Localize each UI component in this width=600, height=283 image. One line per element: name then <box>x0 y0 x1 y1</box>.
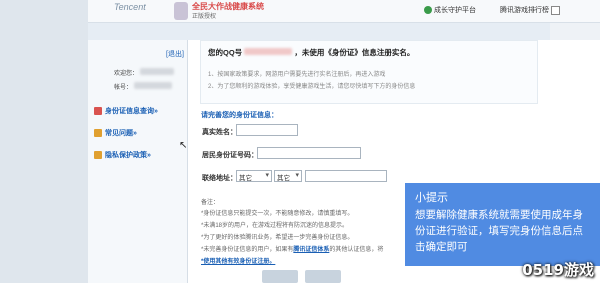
game-rank-label: 腾讯游戏排行榜 <box>500 7 549 14</box>
note-line-3: *为了更好的体验腾讯业务，希望进一步完善身份证信息。 <box>201 235 354 241</box>
id-number-label: 居民身份证号码： <box>202 152 258 159</box>
note-line-4-suffix: 的其他认证信息，将 <box>329 247 384 253</box>
id-number-input[interactable] <box>257 147 361 159</box>
shield-icon <box>424 6 432 14</box>
id-card-icon <box>94 107 102 115</box>
confirm-button[interactable] <box>262 270 298 283</box>
province-value: 其它 <box>239 175 252 182</box>
sidebar-item-privacy[interactable]: 隐私保护政策» <box>94 150 151 160</box>
sidebar: [退出] 欢迎您： 帐号： 身份证信息查询» 常见问题» 隐私保护政策» <box>88 40 188 283</box>
credit-system-link[interactable]: 腾讯证信体系 <box>293 247 329 253</box>
note-line-4-prefix: *未完善身份证信息的用户，如果有 <box>201 247 294 253</box>
sidebar-item-label: 身份证信息查询» <box>105 108 158 115</box>
pencil-icon <box>94 129 102 137</box>
sidebar-item-label: 隐私保护政策» <box>105 152 151 159</box>
logout-link[interactable]: [退出] <box>166 49 184 59</box>
notice-box: 您的QQ号 ，未使用《身份证》信息注册实名。 1、按国家政策要求，网游用户需要先… <box>200 40 538 104</box>
sidebar-account: 帐号： <box>114 82 172 91</box>
note-line-4: *未完善身份证信息的用户，如果有腾讯证信体系的其他认证信息，将 <box>201 244 383 253</box>
redacted-account <box>133 82 172 89</box>
name-label: 真实姓名： <box>202 129 237 136</box>
notice-tip-2: 2、为了您顺利的游戏体验，享受健康游戏生活，请您尽快填写下方的身份信息 <box>208 84 416 90</box>
checkbox-icon <box>551 5 560 15</box>
left-background <box>0 0 88 283</box>
top-header: Tencent 全民大作战健康系统 正版授权 成长守护平台 腾讯游戏排行榜 <box>88 0 600 23</box>
qq-suffix: ，未使用《身份证》信息注册实名。 <box>294 48 415 57</box>
real-name-input[interactable] <box>236 124 298 136</box>
address-label: 联络地址： <box>202 175 237 182</box>
tencent-logo: Tencent <box>114 2 146 12</box>
city-select[interactable]: 其它 <box>274 170 302 182</box>
sidebar-item-label: 常见问题» <box>105 130 137 137</box>
mascot-avatar <box>174 2 188 20</box>
pencil-icon <box>94 151 102 159</box>
welcome-label: 欢迎您： <box>114 71 139 77</box>
sidebar-item-id-query[interactable]: 身份证信息查询» <box>94 106 158 116</box>
form-section-title: 请完善您的身份证信息： <box>201 112 278 119</box>
guardian-platform-link[interactable]: 成长守护平台 <box>424 5 476 15</box>
cancel-button[interactable] <box>305 270 341 283</box>
account-label: 帐号： <box>114 85 133 91</box>
note-line-1: *身份证信息只能提交一次，不能随意修改，请慎重填写。 <box>201 211 354 217</box>
redacted-qq-number <box>244 48 293 55</box>
tip-body: 想要解除健康系统就需要使用成年身份证进行验证，填写完身份信息后点击确定即可 <box>415 209 583 253</box>
sidebar-welcome: 欢迎您： <box>114 68 174 77</box>
other-id-register-link[interactable]: *使用其他有效身份证注册。 <box>201 259 275 265</box>
tip-overlay: 小提示 想要解除健康系统就需要使用成年身份证进行验证，填写完身份信息后点击确定即… <box>405 183 600 266</box>
address-input[interactable] <box>305 170 387 182</box>
province-select[interactable]: 其它 <box>236 170 272 182</box>
note-link-line: *使用其他有效身份证注册。 <box>201 256 275 265</box>
notice-tip-1: 1、按国家政策要求，网游用户需要先进行实名注册后，再进入游戏 <box>208 72 386 78</box>
game-rank-link[interactable]: 腾讯游戏排行榜 <box>500 5 560 15</box>
mouse-cursor-icon: ↖ <box>179 140 188 151</box>
note-line-2: *未满18岁的用户，在游戏过程将有防沉迷的信息提示。 <box>201 223 349 229</box>
qq-notice: 您的QQ号 ，未使用《身份证》信息注册实名。 <box>208 47 414 58</box>
site-watermark: 0519游戏 <box>522 261 594 279</box>
sidebar-item-faq[interactable]: 常见问题» <box>94 128 137 138</box>
redacted-name <box>139 68 174 75</box>
qq-prefix: 您的QQ号 <box>208 48 243 57</box>
notes-heading: 备注： <box>201 200 220 206</box>
city-value: 其它 <box>277 175 290 182</box>
brand-subtitle: 正版授权 <box>192 14 217 20</box>
guardian-platform-label: 成长守护平台 <box>434 7 476 14</box>
tip-title: 小提示 <box>415 191 448 204</box>
